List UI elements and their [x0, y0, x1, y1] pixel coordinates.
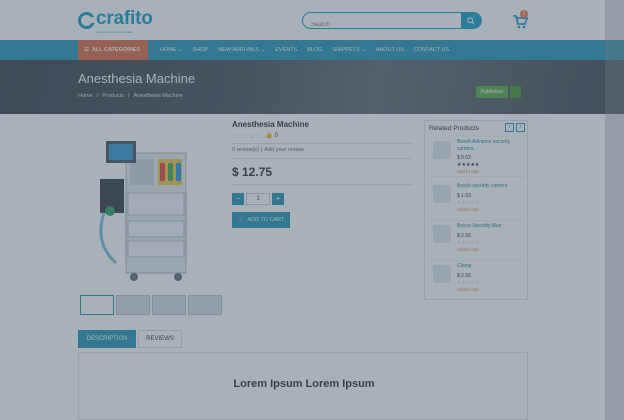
likes[interactable]: 👍 0	[265, 132, 278, 140]
related-product-stars: ★★★★★	[457, 162, 480, 168]
add-to-cart-label: ADD TO CART	[247, 217, 285, 223]
menu-icon: ☰	[84, 47, 89, 53]
related-product-stars: ☆☆☆☆☆	[457, 200, 480, 206]
chevron-left-icon[interactable]: ‹	[505, 123, 514, 132]
related-product-price: $ 1.53	[457, 193, 471, 199]
page-banner: Anesthesia Machine Home / Products / Ane…	[0, 60, 624, 114]
divider	[232, 143, 412, 144]
nav-item-blog[interactable]: BLOG	[307, 47, 322, 53]
nav-item-about-us[interactable]: ABOUT US	[376, 47, 404, 53]
rating-stars[interactable]: ☆☆☆☆☆	[232, 133, 261, 140]
related-product-thumbnail[interactable]	[433, 141, 451, 159]
description-panel: Lorem Ipsum Lorem Ipsum	[78, 352, 528, 420]
related-add-to-cart-link[interactable]: Add to cart	[457, 207, 479, 212]
site-header: crafito responsive e-shop template 0	[0, 0, 624, 40]
related-product-stars: ☆☆☆☆☆	[457, 240, 480, 246]
quantity-input[interactable]: 1	[246, 193, 270, 205]
related-add-to-cart-link[interactable]: Add to cart	[457, 287, 479, 292]
related-product-name[interactable]: Bosco Security Man	[457, 223, 525, 230]
status-dropdown-button[interactable]	[510, 86, 521, 98]
cart-button[interactable]: 0	[512, 10, 529, 29]
status-badge[interactable]: Published	[476, 86, 508, 98]
description-heading: Lorem Ipsum Lorem Ipsum	[233, 378, 375, 390]
product-name: Anesthesia Machine	[232, 120, 309, 129]
related-add-to-cart-link[interactable]: Add to cart	[457, 169, 479, 174]
logo-icon	[78, 12, 95, 29]
logo[interactable]: crafito responsive e-shop template	[78, 8, 153, 34]
related-products-panel: Related Products ‹ › Bosch Advance secur…	[424, 120, 528, 300]
thumbnail-image[interactable]	[152, 295, 186, 315]
related-product-name[interactable]: Bosch security camera	[457, 183, 525, 190]
cart-count-badge: 0	[520, 10, 528, 18]
nav-item-shop[interactable]: SHOP	[193, 47, 209, 53]
nav-menu: HOME ⌄ SHOP NEW ARRIVALS ⌄ EVENTS BLOG S…	[160, 40, 459, 60]
scrollbar[interactable]	[605, 0, 624, 420]
breadcrumb-products[interactable]: Products	[102, 93, 124, 99]
related-product-price: $ 2.55	[457, 233, 471, 239]
product-price: $ 12.75	[232, 165, 273, 179]
search-box	[302, 12, 482, 29]
search-button[interactable]	[461, 13, 481, 28]
thumbnail-image[interactable]	[116, 295, 150, 315]
likes-count: 0	[274, 132, 278, 139]
breadcrumb: Home / Products / Anesthesia Machine	[78, 93, 183, 99]
breadcrumb-current: Anesthesia Machine	[133, 93, 183, 99]
cart-icon: 🛒	[237, 217, 245, 223]
reviews-count[interactable]: 0 review(s)	[232, 147, 259, 153]
related-product-item[interactable]: Clamp $ 2.55 ☆☆☆☆☆ Add to cart	[429, 263, 525, 301]
quantity-increase-button[interactable]: +	[272, 193, 284, 205]
product-gallery	[74, 117, 222, 317]
logo-text: crafito	[96, 8, 153, 29]
nav-item-new-arrivals[interactable]: NEW ARRIVALS ⌄	[218, 47, 265, 53]
nav-item-contact-us[interactable]: CONTACT US	[414, 47, 449, 53]
page-title: Anesthesia Machine	[78, 71, 196, 86]
nav-item-snippets[interactable]: SNIPPETS ⌄	[333, 47, 366, 53]
reviews-separator: |	[260, 147, 263, 153]
breadcrumb-separator: /	[127, 93, 130, 99]
search-input[interactable]	[303, 17, 458, 28]
divider	[232, 158, 412, 159]
reviews-line: 0 review(s) | Add your review	[232, 147, 304, 153]
quantity-stepper: − 1 +	[232, 193, 284, 205]
nav-item-home[interactable]: HOME ⌄	[160, 47, 183, 53]
related-product-thumbnail[interactable]	[433, 225, 451, 243]
thumbs-up-icon: 👍	[265, 133, 273, 139]
related-product-name[interactable]: Clamp	[457, 263, 525, 270]
related-product-thumbnail[interactable]	[433, 265, 451, 283]
add-to-cart-button[interactable]: 🛒 ADD TO CART	[232, 212, 290, 228]
related-product-name[interactable]: Bosch Advance security camera	[457, 139, 525, 152]
related-product-item[interactable]: Bosch security camera $ 1.53 ☆☆☆☆☆ Add t…	[429, 183, 525, 221]
add-review-link[interactable]: Add your review	[264, 147, 303, 153]
tab-reviews[interactable]: REVIEWS	[138, 330, 182, 348]
thumbnail-image[interactable]	[80, 295, 114, 315]
tab-description[interactable]: DESCRIPTION	[78, 330, 136, 348]
related-nav: ‹ ›	[505, 123, 525, 132]
related-products-title: Related Products	[429, 125, 479, 132]
logo-tagline: responsive e-shop template	[96, 30, 133, 34]
breadcrumb-home[interactable]: Home	[78, 93, 93, 99]
main-nav: ☰ ALL CATEGORIES HOME ⌄ SHOP NEW ARRIVAL…	[0, 40, 624, 60]
quantity-decrease-button[interactable]: −	[232, 193, 244, 205]
related-product-item[interactable]: Bosco Security Man $ 2.55 ☆☆☆☆☆ Add to c…	[429, 223, 525, 261]
divider	[232, 184, 412, 185]
thumbnail-image[interactable]	[188, 295, 222, 315]
search-icon	[467, 16, 475, 25]
related-product-item[interactable]: Bosch Advance security camera $ 0.02 ★★★…	[429, 139, 525, 177]
related-product-price: $ 2.55	[457, 273, 471, 279]
all-categories-label: ALL CATEGORIES	[91, 47, 141, 53]
related-add-to-cart-link[interactable]: Add to cart	[457, 247, 479, 252]
all-categories-button[interactable]: ☰ ALL CATEGORIES	[78, 40, 148, 60]
related-product-stars: ☆☆☆☆☆	[457, 280, 480, 286]
product-image[interactable]	[80, 123, 216, 293]
chevron-right-icon[interactable]: ›	[516, 123, 525, 132]
thumbnail-strip	[80, 295, 222, 315]
breadcrumb-separator: /	[96, 93, 99, 99]
related-product-thumbnail[interactable]	[433, 185, 451, 203]
nav-item-events[interactable]: EVENTS	[275, 47, 297, 53]
related-product-price: $ 0.02	[457, 155, 471, 161]
